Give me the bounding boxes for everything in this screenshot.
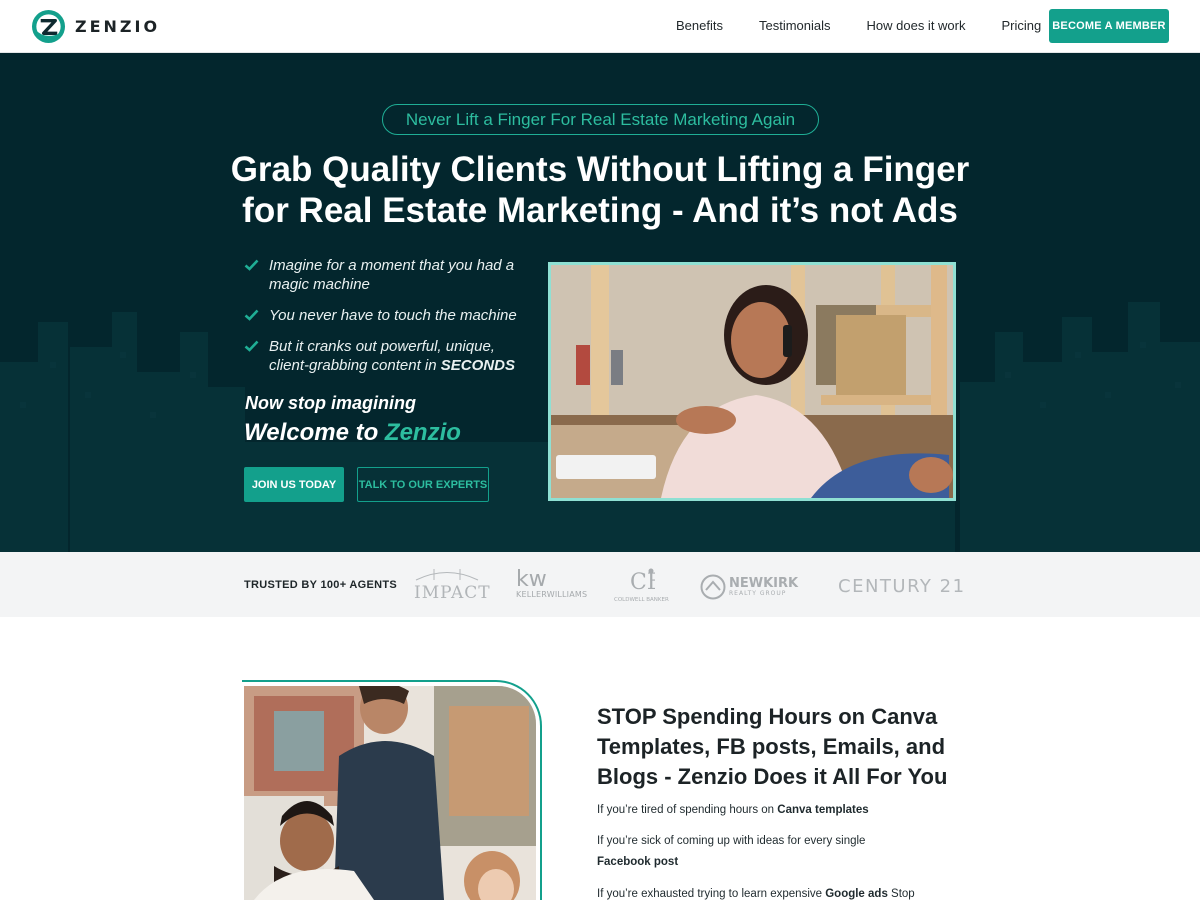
join-us-button[interactable]: JOIN US TODAY xyxy=(244,467,344,502)
hero-title-line-2: for Real Estate Marketing - And it’s not… xyxy=(242,191,958,230)
zenzio-logo-icon xyxy=(31,9,66,44)
trusted-label: TRUSTED BY 100+ AGENTS xyxy=(244,579,397,591)
coldwell-banker-cb-icon: CB xyxy=(630,568,663,595)
nav-link-testimonials[interactable]: Testimonials xyxy=(759,18,831,33)
newkirk-logo-text: NEWKIRK xyxy=(729,575,799,591)
paragraph-facebook-bold: Facebook post xyxy=(597,856,679,868)
coldwell-banker-logo: CB COLDWELL BANKER xyxy=(614,567,669,603)
kw-logo-subtext: KELLERWILLIAMS xyxy=(516,590,588,599)
team-working-photo xyxy=(244,686,536,900)
check-icon xyxy=(244,340,259,352)
bullet-item: But it cranks out powerful, unique, clie… xyxy=(244,337,534,375)
welcome-prefix: Welcome to xyxy=(244,419,385,446)
talk-to-experts-button[interactable]: TALK TO OUR EXPERTS xyxy=(357,467,489,502)
welcome-brand: Zenzio xyxy=(384,419,461,446)
welcome-heading: Welcome to Zenzio xyxy=(244,419,461,447)
keller-williams-logo: kw KELLERWILLIAMS xyxy=(516,567,588,600)
become-member-button[interactable]: BECOME A MEMBER xyxy=(1049,9,1169,43)
nav-link-pricing[interactable]: Pricing xyxy=(1002,18,1042,33)
bullet-text-bold: SECONDS xyxy=(440,357,515,374)
bullet-text: But it cranks out powerful, unique, clie… xyxy=(269,337,534,375)
woman-on-phone-image xyxy=(551,265,953,498)
trusted-by-bar: TRUSTED BY 100+ AGENTS IMPACT kw KELLERW… xyxy=(0,552,1200,617)
logo[interactable]: ZENZIO xyxy=(31,9,160,44)
century-21-logo: CENTURY 21 xyxy=(838,576,966,597)
cb-logo-subtext: COLDWELL BANKER xyxy=(614,597,669,603)
hero-title: Grab Quality Clients Without Lifting a F… xyxy=(200,149,1000,231)
bullet-text: Imagine for a moment that you had a magi… xyxy=(269,257,515,293)
paragraph-google-text: If you’re exhausted trying to learn expe… xyxy=(597,888,826,900)
hero-tagline-pill: Never Lift a Finger For Real Estate Mark… xyxy=(382,104,819,135)
paragraph-google-tail: Stop xyxy=(887,888,915,900)
newkirk-house-icon xyxy=(700,574,726,600)
bullet-text: You never have to touch the machine xyxy=(269,307,517,324)
impact-logo-text: IMPACT xyxy=(414,583,491,603)
hero-section: Never Lift a Finger For Real Estate Mark… xyxy=(0,53,1200,552)
section-title: STOP Spending Hours on Canva Templates, … xyxy=(597,704,948,789)
paragraph-google-bold: Google ads xyxy=(825,888,888,900)
paragraph-facebook: If you’re sick of coming up with ideas f… xyxy=(597,831,927,873)
stop-imagining-text: Now stop imagining xyxy=(245,393,416,413)
paragraph-facebook-text: If you’re sick of coming up with ideas f… xyxy=(597,835,866,847)
impact-logo: IMPACT xyxy=(414,566,491,604)
nav-link-how-it-works[interactable]: How does it work xyxy=(867,18,966,33)
kw-logo-text: kw xyxy=(516,567,547,592)
check-icon xyxy=(244,309,259,321)
hero-photo-woman-on-phone xyxy=(548,262,956,501)
impact-bridge-icon xyxy=(415,569,479,581)
hero-bullets: Imagine for a moment that you had a magi… xyxy=(244,256,534,387)
top-nav: ZENZIO Benefits Testimonials How does it… xyxy=(0,0,1200,53)
newkirk-logo-subtext: REALTY GROUP xyxy=(729,589,787,597)
bullet-item: Imagine for a moment that you had a magi… xyxy=(244,256,534,294)
paragraph-canva-text: If you’re tired of spending hours on xyxy=(597,804,778,816)
logo-text: ZENZIO xyxy=(75,17,161,36)
nav-links: Benefits Testimonials How does it work P… xyxy=(676,18,1041,33)
nav-link-benefits[interactable]: Benefits xyxy=(676,18,723,33)
check-icon xyxy=(244,259,259,271)
paragraph-canva-bold: Canva templates xyxy=(777,804,869,816)
bullet-item: You never have to touch the machine xyxy=(244,306,534,325)
team-working-image xyxy=(244,686,536,900)
hero-title-line-1: Grab Quality Clients Without Lifting a F… xyxy=(230,150,970,189)
paragraph-google-ads: If you’re exhausted trying to learn expe… xyxy=(597,884,927,900)
newkirk-logo: NEWKIRK REALTY GROUP xyxy=(700,574,798,600)
paragraph-canva: If you’re tired of spending hours on Can… xyxy=(597,800,927,821)
